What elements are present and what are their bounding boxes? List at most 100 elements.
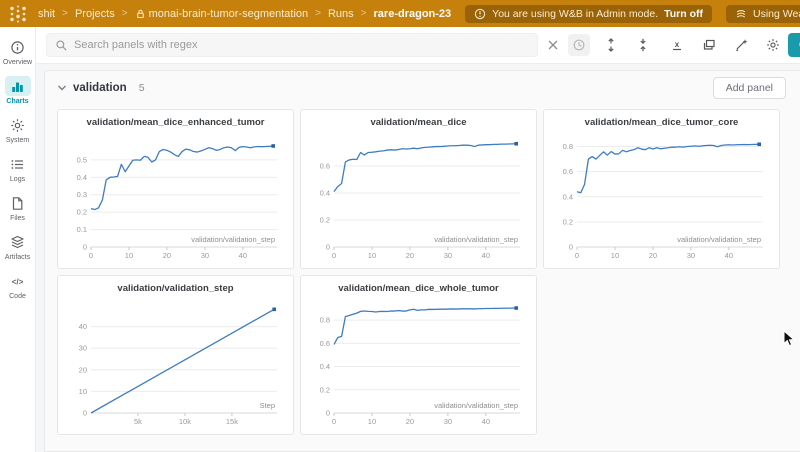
- bar-chart-icon: [5, 76, 31, 96]
- wandb-logo-icon[interactable]: [8, 5, 28, 23]
- sidebar-item-logs[interactable]: Logs: [0, 154, 36, 183]
- svg-text:10: 10: [611, 251, 619, 260]
- breadcrumb-separator: >: [361, 8, 367, 19]
- svg-text:30: 30: [444, 251, 452, 260]
- svg-text:0.8: 0.8: [563, 142, 573, 151]
- expand-panels-icon[interactable]: [600, 34, 622, 56]
- section-title[interactable]: validation: [73, 82, 127, 94]
- svg-text:0: 0: [332, 251, 336, 260]
- panel-title: validation/mean_dice: [308, 117, 529, 132]
- panel-mean-dice-enhanced-tumor[interactable]: validation/mean_dice_enhanced_tumor 0 0.1…: [57, 109, 294, 269]
- gear-icon: [5, 115, 31, 135]
- sidebar-item-code[interactable]: </> Code: [0, 271, 36, 300]
- svg-text:0: 0: [575, 251, 579, 260]
- svg-text:0.2: 0.2: [320, 216, 330, 225]
- svg-text:20: 20: [163, 251, 171, 260]
- admin-banner-text: You are using W&B in Admin mode.: [492, 8, 658, 20]
- panel-mean-dice-whole-tumor[interactable]: validation/mean_dice_whole_tumor 00.20.4…: [300, 275, 537, 435]
- panel-search[interactable]: [46, 33, 538, 57]
- breadcrumb-project[interactable]: monai-brain-tumor-segmentation: [135, 8, 309, 20]
- svg-text:0.3: 0.3: [77, 190, 87, 199]
- svg-text:0.4: 0.4: [77, 173, 87, 182]
- panel-mean-dice[interactable]: validation/mean_dice 00.20.40.6010203040…: [300, 109, 537, 269]
- svg-text:0: 0: [326, 409, 330, 418]
- panels-toolbar: x Create report: [36, 27, 800, 64]
- svg-text:40: 40: [239, 251, 247, 260]
- svg-text:0.6: 0.6: [320, 339, 330, 348]
- admin-turn-off-button[interactable]: Turn off: [664, 8, 703, 20]
- panel-title: validation/mean_dice_enhanced_tumor: [65, 117, 286, 132]
- line-chart[interactable]: 00.10.20.30.40.5010203040validation/vali…: [65, 132, 286, 266]
- lock-icon: [135, 8, 146, 20]
- breadcrumb-run-name[interactable]: rare-dragon-23: [374, 8, 452, 20]
- svg-text:20: 20: [406, 251, 414, 260]
- svg-text:40: 40: [79, 322, 87, 331]
- svg-text:10: 10: [79, 387, 87, 396]
- breadcrumb-projects[interactable]: Projects: [75, 8, 115, 20]
- run-sidebar: Overview Charts System Logs: [0, 27, 36, 452]
- svg-text:0.6: 0.6: [320, 162, 330, 171]
- validation-section: validation 5 Add panel validation/mean_d…: [44, 70, 800, 452]
- svg-text:10: 10: [125, 251, 133, 260]
- line-chart[interactable]: 00.20.40.6010203040validation/validation…: [308, 132, 529, 266]
- svg-text:30: 30: [79, 344, 87, 353]
- svg-text:0.4: 0.4: [320, 362, 330, 371]
- svg-text:validation/validation_step: validation/validation_step: [434, 235, 518, 244]
- clear-search-icon[interactable]: [542, 34, 564, 56]
- breadcrumb-runs[interactable]: Runs: [328, 8, 354, 20]
- weave-banner[interactable]: Using Weave 1.0 Turn off: [726, 5, 800, 23]
- svg-text:40: 40: [482, 417, 490, 426]
- panel-validation-step[interactable]: validation/validation_step 0102030405k10…: [57, 275, 294, 435]
- alert-circle-icon: [474, 8, 486, 20]
- add-panel-button[interactable]: Add panel: [713, 77, 786, 99]
- panel-layout-icon[interactable]: [698, 34, 720, 56]
- history-clock-icon[interactable]: [568, 34, 590, 56]
- svg-text:0.6: 0.6: [563, 167, 573, 176]
- info-icon: [5, 37, 31, 57]
- line-chart[interactable]: 0102030405k10k15kStep: [65, 298, 286, 432]
- svg-text:5k: 5k: [134, 417, 142, 426]
- svg-text:validation/validation_step: validation/validation_step: [677, 235, 761, 244]
- code-icon: </>: [5, 271, 31, 291]
- sidebar-item-files[interactable]: Files: [0, 193, 36, 222]
- svg-text:0.4: 0.4: [320, 189, 330, 198]
- sidebar-item-overview[interactable]: Overview: [0, 37, 36, 66]
- svg-text:0.2: 0.2: [563, 217, 573, 226]
- sidebar-item-artifacts[interactable]: Artifacts: [0, 232, 36, 261]
- svg-text:0: 0: [83, 243, 87, 252]
- svg-text:10: 10: [368, 251, 376, 260]
- svg-text:20: 20: [406, 417, 414, 426]
- breadcrumb-user[interactable]: shit: [38, 8, 55, 20]
- panel-mean-dice-tumor-core[interactable]: validation/mean_dice_tumor_core 00.20.40…: [543, 109, 780, 269]
- svg-text:10: 10: [368, 417, 376, 426]
- collapse-panels-icon[interactable]: [632, 34, 654, 56]
- wandb-run-workspace: shit > Projects > monai-brain-tumor-segm…: [0, 0, 800, 452]
- admin-mode-banner[interactable]: You are using W&B in Admin mode. Turn of…: [465, 5, 712, 23]
- layers-icon: [5, 232, 31, 252]
- x-axis-settings-icon[interactable]: x: [666, 34, 688, 56]
- section-panel-count: 5: [139, 82, 145, 94]
- line-chart[interactable]: 00.20.40.60.8010203040validation/validat…: [551, 132, 772, 266]
- create-report-button[interactable]: Create report: [788, 33, 800, 57]
- main-content: x Create report: [36, 27, 800, 452]
- svg-text:0.1: 0.1: [77, 225, 87, 234]
- svg-text:Step: Step: [260, 401, 275, 410]
- svg-text:40: 40: [725, 251, 733, 260]
- svg-text:0: 0: [332, 417, 336, 426]
- svg-text:</>: </>: [12, 277, 24, 286]
- sidebar-item-system[interactable]: System: [0, 115, 36, 144]
- sidebar-item-charts[interactable]: Charts: [0, 76, 36, 105]
- file-icon: [5, 193, 31, 213]
- svg-text:validation/validation_step: validation/validation_step: [434, 401, 518, 410]
- search-input[interactable]: [74, 39, 529, 51]
- panel-title: validation/validation_step: [65, 283, 286, 298]
- svg-text:0: 0: [83, 409, 87, 418]
- workspace-settings-gear-icon[interactable]: [762, 34, 784, 56]
- svg-text:0.5: 0.5: [77, 155, 87, 164]
- sparkle-icon[interactable]: [730, 34, 752, 56]
- breadcrumb-separator: >: [62, 8, 68, 19]
- chevron-down-icon[interactable]: [57, 84, 67, 92]
- line-chart[interactable]: 00.20.40.60.8010203040validation/validat…: [308, 298, 529, 432]
- panel-title: validation/mean_dice_whole_tumor: [308, 283, 529, 298]
- svg-text:0.8: 0.8: [320, 316, 330, 325]
